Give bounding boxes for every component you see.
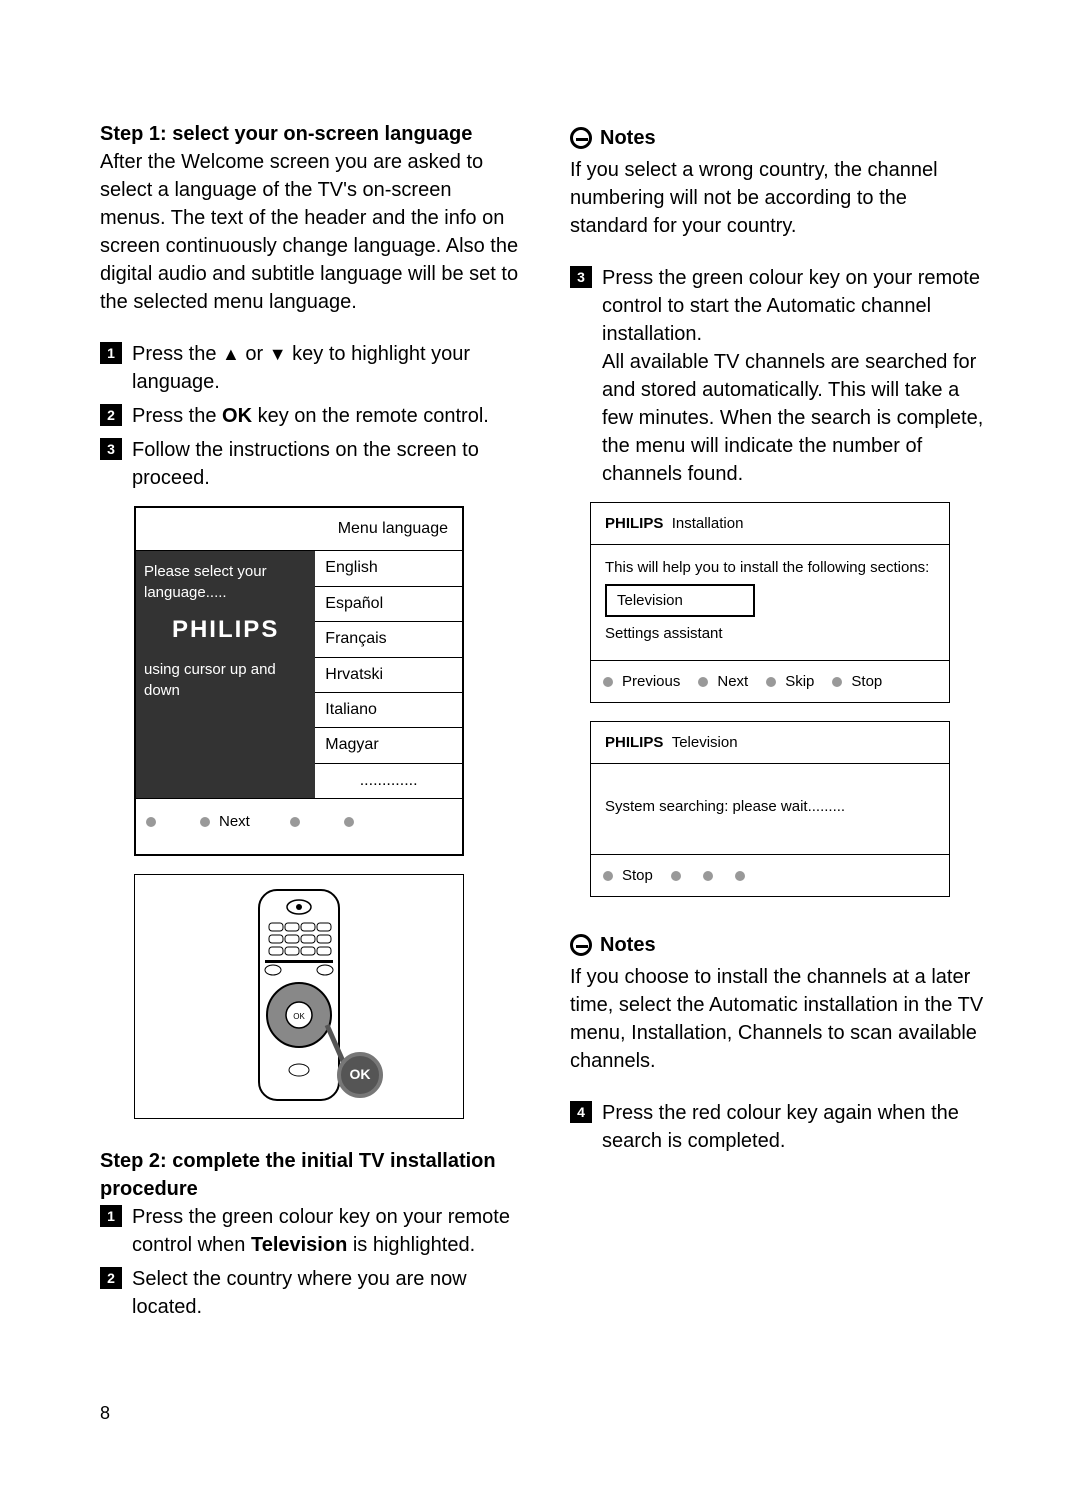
- footer-next: Next: [717, 671, 748, 692]
- txt: Select the country where you are now loc…: [132, 1265, 520, 1321]
- prompt: Please select your language.....: [144, 561, 307, 603]
- right-item-3: 3 Press the green colour key on your rem…: [570, 264, 990, 488]
- down-arrow-icon: ▼: [269, 344, 287, 364]
- dot-icon: [344, 817, 354, 827]
- txt: Press the: [132, 343, 222, 365]
- lang-item[interactable]: Magyar: [315, 728, 462, 763]
- step1-paragraph: After the Welcome screen you are asked t…: [100, 148, 520, 316]
- television-searching-box: PHILIPS Television System searching: ple…: [590, 721, 950, 897]
- lang-item[interactable]: Français: [315, 622, 462, 657]
- step1-item-3: 3 Follow the instructions on the screen …: [100, 436, 520, 492]
- dot-icon: [766, 677, 776, 687]
- footer-previous: Previous: [622, 671, 680, 692]
- txt: Follow the instructions on the screen to…: [132, 436, 520, 492]
- num-badge: 3: [570, 266, 592, 288]
- menu-language-box: Menu language Please select your languag…: [134, 506, 464, 856]
- dot-icon: [703, 871, 713, 881]
- language-list: English Español Français Hrvatski Italia…: [315, 551, 462, 798]
- step2-heading: Step 2: complete the initial TV installa…: [100, 1147, 520, 1203]
- note-icon: [570, 127, 592, 149]
- footer-stop: Stop: [622, 865, 653, 886]
- searching-text: System searching: please wait.........: [605, 796, 935, 817]
- hint: using cursor up and down: [144, 659, 307, 701]
- dot-icon: [200, 817, 210, 827]
- step1-heading: Step 1: select your on-screen language: [100, 120, 520, 148]
- title: Television: [672, 734, 738, 751]
- notes2-para: If you choose to install the channels at…: [570, 963, 990, 1075]
- philips-logo: PHILIPS: [144, 613, 307, 647]
- next-label: Next: [219, 811, 250, 832]
- menu-footer: Next: [136, 798, 462, 854]
- step2-item-2: 2 Select the country where you are now l…: [100, 1265, 520, 1321]
- num-badge: 1: [100, 342, 122, 364]
- menu-header: Menu language: [136, 508, 462, 551]
- up-arrow-icon: ▲: [222, 344, 240, 364]
- txt: Press the green colour key on your remot…: [602, 264, 990, 488]
- brand: PHILIPS: [605, 515, 663, 532]
- notes-heading-2: Notes: [570, 931, 990, 959]
- ok-callout: OK: [337, 1052, 383, 1098]
- note-icon: [570, 934, 592, 956]
- notes-label: Notes: [600, 124, 656, 152]
- installation-box: PHILIPS Installation This will help you …: [590, 502, 950, 703]
- ok-key: OK: [222, 405, 252, 427]
- txt: key on the remote control.: [252, 405, 489, 427]
- lang-item[interactable]: .............: [315, 764, 462, 798]
- television-bold: Television: [251, 1234, 347, 1256]
- num-badge: 1: [100, 1205, 122, 1227]
- num-badge: 2: [100, 404, 122, 426]
- section-settings-assistant[interactable]: Settings assistant: [605, 623, 935, 644]
- dot-icon: [698, 677, 708, 687]
- step1-item-1: 1 Press the ▲ or ▼ key to highlight your…: [100, 340, 520, 396]
- dot-icon: [832, 677, 842, 687]
- brand: PHILIPS: [605, 734, 663, 751]
- lang-item[interactable]: Hrvatski: [315, 658, 462, 693]
- footer-stop: Stop: [851, 671, 882, 692]
- tvbox-footer: Stop: [591, 854, 949, 896]
- lang-item[interactable]: Español: [315, 587, 462, 622]
- right-item-4: 4 Press the red colour key again when th…: [570, 1099, 990, 1155]
- txt: Press the: [132, 405, 222, 427]
- txt: Press the red colour key again when the …: [602, 1099, 990, 1155]
- notes1-para: If you select a wrong country, the chann…: [570, 156, 990, 240]
- page-number: 8: [100, 1401, 110, 1426]
- txt: or: [240, 343, 269, 365]
- section-television[interactable]: Television: [605, 584, 755, 617]
- dot-icon: [603, 871, 613, 881]
- dot-icon: [671, 871, 681, 881]
- notes-label: Notes: [600, 931, 656, 959]
- dot-icon: [735, 871, 745, 881]
- tvbox-footer: Previous Next Skip Stop: [591, 660, 949, 702]
- svg-text:OK: OK: [293, 1012, 305, 1021]
- dot-icon: [290, 817, 300, 827]
- dot-icon: [603, 677, 613, 687]
- remote-illustration: OK OK: [134, 874, 464, 1119]
- notes-heading: Notes: [570, 124, 990, 152]
- lang-item[interactable]: Italiano: [315, 693, 462, 728]
- body-text: This will help you to install the follow…: [605, 557, 935, 578]
- lang-item[interactable]: English: [315, 551, 462, 586]
- txt: is highlighted.: [347, 1234, 475, 1256]
- num-badge: 2: [100, 1267, 122, 1289]
- footer-skip: Skip: [785, 671, 814, 692]
- dot-icon: [146, 817, 156, 827]
- step2-item-1: 1 Press the green colour key on your rem…: [100, 1203, 520, 1259]
- step1-item-2: 2 Press the OK key on the remote control…: [100, 402, 520, 430]
- title: Installation: [672, 515, 744, 532]
- num-badge: 3: [100, 438, 122, 460]
- num-badge: 4: [570, 1101, 592, 1123]
